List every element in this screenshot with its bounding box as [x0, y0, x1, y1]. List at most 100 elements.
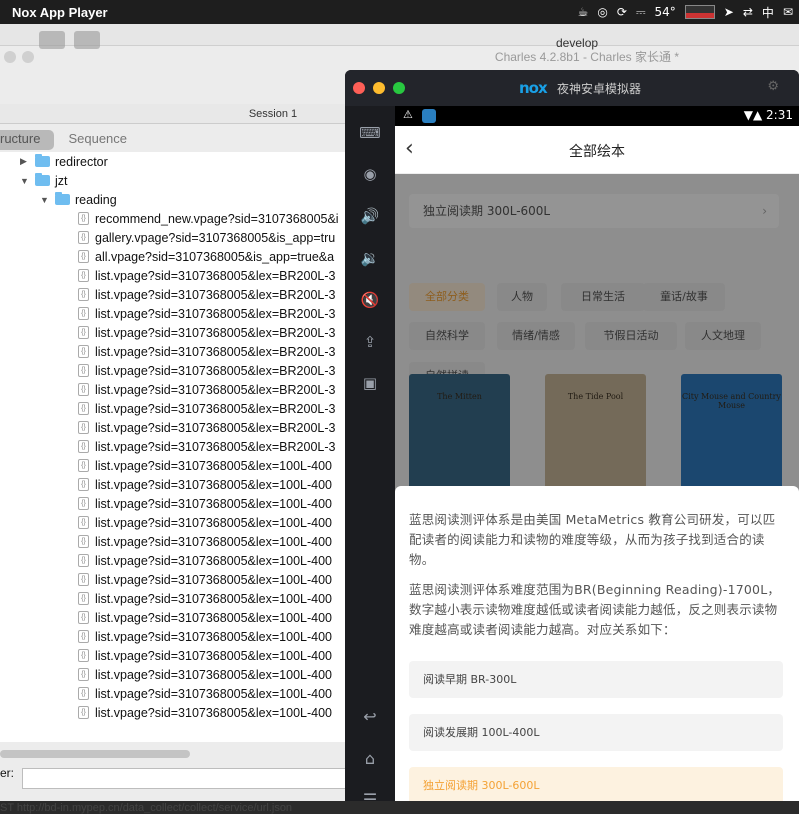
folder-icon — [35, 154, 50, 167]
app-name[interactable]: Nox App Player — [12, 5, 108, 20]
usb-icon[interactable]: ⎓ — [636, 5, 646, 20]
tree-label: list.vpage?sid=3107368005&lex=100L-400 — [95, 648, 332, 663]
tree-label: list.vpage?sid=3107368005&lex=BR200L-3 — [95, 363, 336, 378]
tree-request[interactable]: {} list.vpage?sid=3107368005&lex=BR200L-3 — [78, 342, 335, 361]
tree-request[interactable]: {} list.vpage?sid=3107368005&lex=100L-400 — [78, 589, 332, 608]
tree-request[interactable]: {} list.vpage?sid=3107368005&lex=100L-400 — [78, 665, 332, 684]
tree-request[interactable]: {} list.vpage?sid=3107368005&lex=100L-400 — [78, 703, 332, 722]
level-option[interactable]: 阅读发展期 100L-400L — [409, 714, 783, 751]
tree-label: list.vpage?sid=3107368005&lex=BR200L-3 — [95, 344, 336, 359]
mute-icon[interactable]: 🔇 — [359, 289, 381, 311]
tree-request[interactable]: {} list.vpage?sid=3107368005&lex=BR200L-3 — [78, 418, 335, 437]
tree-label: list.vpage?sid=3107368005&lex=100L-400 — [95, 477, 332, 492]
toolbar-button[interactable] — [74, 31, 100, 49]
tree-request[interactable]: {} list.vpage?sid=3107368005&lex=BR200L-3 — [78, 323, 335, 342]
nox-title: 夜神安卓模拟器 — [557, 82, 642, 96]
tree-request[interactable]: {} gallery.vpage?sid=3107368005&is_app=tr… — [78, 228, 335, 247]
disclosure-open-icon[interactable]: ▼ — [20, 176, 30, 186]
tab-structure[interactable]: ructure — [0, 130, 55, 150]
charles-window-title: Charles 4.2.8b1 - Charles 家长通 * — [494, 50, 679, 64]
tree-request[interactable]: {} list.vpage?sid=3107368005&lex=100L-400 — [78, 684, 332, 703]
volume-down-icon[interactable]: 🔉 — [359, 247, 381, 269]
tree-request[interactable]: {} list.vpage?sid=3107368005&lex=100L-400 — [78, 551, 332, 570]
tree-request[interactable]: {} list.vpage?sid=3107368005&lex=BR200L-3 — [78, 361, 335, 380]
tree-request[interactable]: {} list.vpage?sid=3107368005&lex=100L-400 — [78, 494, 332, 513]
location-icon[interactable]: ◉ — [359, 163, 381, 185]
shuffle-icon[interactable]: ⇄ — [743, 5, 753, 19]
folder-icon — [55, 192, 70, 205]
volume-up-icon[interactable]: 🔊 — [359, 205, 381, 227]
zoom-button[interactable] — [393, 82, 405, 94]
tree-request[interactable]: {} list.vpage?sid=3107368005&lex=BR200L-3 — [78, 285, 335, 304]
tree-request[interactable]: {} list.vpage?sid=3107368005&lex=100L-400 — [78, 513, 332, 532]
input-method[interactable]: 中 — [762, 4, 774, 21]
pencil-icon[interactable] — [39, 31, 65, 49]
horizontal-scrollbar[interactable] — [0, 750, 190, 758]
page-title: 全部绘本 — [569, 144, 625, 160]
tree-request[interactable]: {} list.vpage?sid=3107368005&lex=100L-400 — [78, 456, 332, 475]
tree-request[interactable]: {} list.vpage?sid=3107368005&lex=BR200L-3 — [78, 266, 335, 285]
screenshot-icon[interactable]: ▣ — [359, 372, 381, 394]
tab-sequence[interactable]: Sequence — [54, 130, 141, 150]
android-screen: ⚠ ▼▲ 2:31 ‹ 全部绘本 独立阅读期 300L-600L › 全部分类人… — [395, 106, 799, 801]
apk-install-icon[interactable]: ⇪ — [359, 331, 381, 353]
send-icon[interactable]: ➤ — [724, 5, 734, 19]
tree-label: list.vpage?sid=3107368005&lex=BR200L-3 — [95, 325, 336, 340]
menubar-status-area: ☕ ◎ ⟳ ⎓ 54° ➤ ⇄ 中 ✉ — [578, 0, 793, 24]
close-button[interactable] — [353, 82, 365, 94]
back-key-icon[interactable]: ↩ — [359, 707, 381, 729]
disclosure-open-icon[interactable]: ▼ — [40, 195, 50, 205]
json-file-icon: {} — [78, 345, 89, 358]
tree-request[interactable]: {} list.vpage?sid=3107368005&lex=100L-400 — [78, 646, 332, 665]
android-statusbar: ⚠ ▼▲ 2:31 — [395, 106, 799, 126]
tree-request[interactable]: {} list.vpage?sid=3107368005&lex=BR200L-3 — [78, 399, 335, 418]
json-file-icon: {} — [78, 554, 89, 567]
menu-key-icon[interactable]: ☰ — [359, 790, 381, 801]
json-file-icon: {} — [78, 421, 89, 434]
mac-menubar: Nox App Player ☕ ◎ ⟳ ⎓ 54° ➤ ⇄ 中 ✉ — [0, 0, 799, 24]
activity-graph-icon[interactable] — [684, 5, 715, 19]
keyboard-icon[interactable]: ⌨ — [359, 122, 381, 144]
level-option[interactable]: 阅读早期 BR-300L — [409, 661, 783, 698]
tea-icon[interactable]: ☕ — [578, 5, 589, 19]
wechat-icon[interactable]: ✉ — [783, 5, 793, 19]
info-paragraph-2: 蓝思阅读测评体系难度范围为BR(Beginning Reading)-1700L… — [409, 582, 781, 637]
filter-input[interactable] — [22, 768, 352, 789]
json-file-icon: {} — [78, 212, 89, 225]
level-option[interactable]: 独立阅读期 300L-600L — [409, 767, 783, 801]
tree-label: all.vpage?sid=3107368005&is_app=true&a — [95, 249, 335, 264]
tree-request[interactable]: {} list.vpage?sid=3107368005&lex=BR200L-3 — [78, 304, 335, 323]
tree-folder[interactable]: ▼ reading — [40, 190, 117, 209]
tree-folder[interactable]: ▼ jzt — [20, 171, 68, 190]
home-key-icon[interactable]: ⌂ — [359, 749, 381, 771]
tree-request[interactable]: {} list.vpage?sid=3107368005&lex=BR200L-3 — [78, 380, 335, 399]
tree-request[interactable]: {} list.vpage?sid=3107368005&lex=100L-400 — [78, 627, 332, 646]
charles-top-bar: develop — [0, 24, 799, 50]
json-file-icon: {} — [78, 516, 89, 529]
json-file-icon: {} — [78, 288, 89, 301]
json-file-icon: {} — [78, 611, 89, 624]
json-file-icon: {} — [78, 630, 89, 643]
disclosure-closed-icon[interactable]: ▶ — [20, 156, 30, 167]
gear-icon[interactable]: ⚙ — [767, 79, 779, 94]
session-tab[interactable]: Session 1 — [0, 104, 346, 124]
json-file-icon: {} — [78, 592, 89, 605]
status-time: ▼▲ 2:31 — [744, 108, 793, 122]
temperature-readout[interactable]: 54° — [655, 5, 676, 19]
tree-request[interactable]: {} recommend_new.vpage?sid=3107368005&i — [78, 209, 339, 228]
tree-request[interactable]: {} list.vpage?sid=3107368005&lex=100L-400 — [78, 475, 332, 494]
minimize-button[interactable] — [373, 82, 385, 94]
tree-request[interactable]: {} list.vpage?sid=3107368005&lex=100L-400 — [78, 570, 332, 589]
json-file-icon: {} — [78, 250, 89, 263]
tree-request[interactable]: {} list.vpage?sid=3107368005&lex=100L-400 — [78, 608, 332, 627]
tree-request[interactable]: {} list.vpage?sid=3107368005&lex=BR200L-3 — [78, 437, 335, 456]
tree-folder[interactable]: ▶ redirector — [20, 152, 108, 171]
tree-label: list.vpage?sid=3107368005&lex=100L-400 — [95, 534, 332, 549]
chat-icon[interactable]: ◎ — [597, 5, 607, 19]
tree-request[interactable]: {} list.vpage?sid=3107368005&lex=100L-400 — [78, 532, 332, 551]
json-file-icon: {} — [78, 478, 89, 491]
sync-icon[interactable]: ⟳ — [617, 5, 627, 19]
tree-request[interactable]: {} all.vpage?sid=3107368005&is_app=true&a — [78, 247, 334, 266]
tree-label: list.vpage?sid=3107368005&lex=100L-400 — [95, 572, 332, 587]
json-file-icon: {} — [78, 459, 89, 472]
